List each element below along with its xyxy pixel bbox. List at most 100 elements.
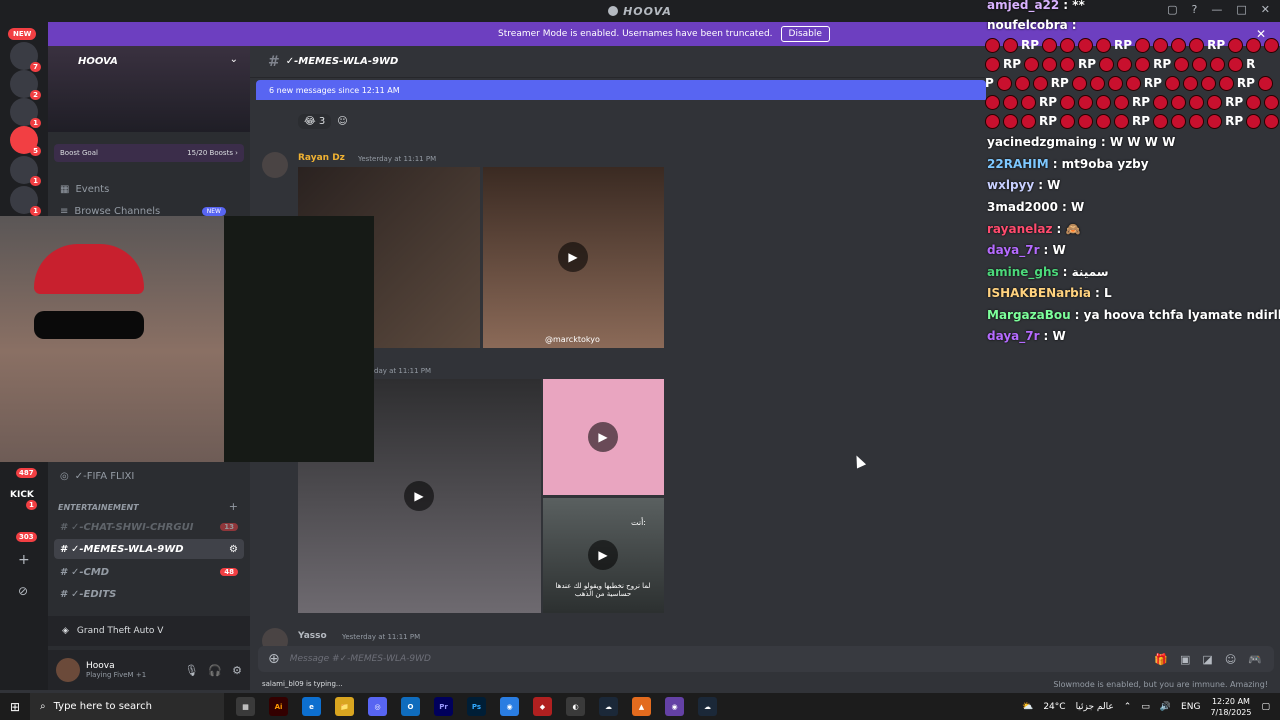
message-input[interactable]: Message #✓-MEMES-WLA-9WD (290, 654, 431, 664)
events-item[interactable]: ▦ Events (60, 184, 109, 195)
channel-chat[interactable]: # ✓-CHAT-SHWI-CHRGUI 13 (54, 517, 244, 537)
gif-icon[interactable]: ▣ (1180, 653, 1190, 666)
chat-text: L (1103, 286, 1112, 300)
message-composer[interactable]: ⊕ Message #✓-MEMES-WLA-9WD 🎁 ▣ ◪ ☺ 🎮 (258, 646, 1274, 672)
clock-date: 7/18/2025 (1210, 707, 1252, 717)
chat-user: ISHAKBENarbia (987, 286, 1091, 300)
volume-icon[interactable]: 🔊 (1160, 702, 1171, 712)
chat-user: yacinedzgmaing (987, 135, 1097, 149)
task-view-icon[interactable]: ▦ (236, 697, 255, 716)
language-indicator[interactable]: ENG (1181, 702, 1200, 712)
cap-shape (34, 244, 144, 294)
video-caption: أنت: (630, 518, 646, 527)
outlook-icon[interactable]: O (401, 697, 420, 716)
game-controller-icon[interactable]: 🎮 (1248, 653, 1262, 666)
channel-memes[interactable]: # ✓-MEMES-WLA-9WD ⚙ (54, 539, 244, 559)
sticker-icon[interactable]: ◪ (1202, 653, 1212, 666)
server-badge: 1 (30, 206, 41, 216)
chat-text: ** (1072, 0, 1085, 12)
activity-panel[interactable]: ◈ Grand Theft Auto V (48, 616, 250, 646)
message-author[interactable]: Rayan Dz (298, 153, 345, 163)
message-timestamp: day at 11:11 PM (374, 367, 432, 375)
channel-cmd[interactable]: # ✓-CMD 48 (54, 562, 244, 582)
avatar[interactable] (56, 658, 80, 682)
file-explorer-icon[interactable]: 📁 (335, 697, 354, 716)
video-thumbnail[interactable]: ▶ @marcktokyo (483, 167, 664, 348)
chat-user: amine_ghs (987, 265, 1059, 279)
play-icon[interactable]: ▶ (588, 540, 618, 570)
windows-start-icon[interactable]: ⊞ (0, 700, 30, 714)
boost-goal[interactable]: Boost Goal 15/20 Boosts › (54, 144, 244, 162)
chevron-down-icon[interactable]: ⌄ (230, 54, 238, 65)
explore-icon[interactable]: ⊘ (18, 584, 28, 598)
message-author[interactable]: Yasso (298, 631, 327, 641)
app-icon[interactable]: ▲ (632, 697, 651, 716)
video-thumbnail[interactable]: أنت: ▶ لما نروح نخطبها ويقولو لك عندها ح… (543, 498, 664, 613)
video-thumbnail[interactable]: ▶ (543, 379, 664, 495)
play-icon[interactable]: ▶ (404, 481, 434, 511)
network-icon[interactable]: ▭ (1141, 702, 1150, 712)
channel-fifa[interactable]: ◎ ✓-FIFA FLIXI (60, 471, 134, 482)
gift-icon[interactable]: 🎁 (1154, 653, 1168, 666)
server-header[interactable]: HOOVA ⌄ (48, 46, 250, 132)
weather-icon[interactable]: ⛅ (1022, 702, 1033, 712)
chat-message: rayanelaz: 🙈 (987, 222, 1081, 236)
add-server-icon[interactable]: + (18, 552, 30, 568)
chrome-icon[interactable]: ◉ (500, 697, 519, 716)
steam-icon[interactable]: ☁ (698, 697, 717, 716)
rp-spam-line: RP RP RP (985, 37, 1280, 53)
edge-icon[interactable]: e (302, 697, 321, 716)
chat-message: 3mad2000: W (987, 200, 1085, 214)
settings-icon[interactable]: ⚙ (229, 544, 238, 555)
user-status: Playing FiveM +1 (86, 671, 147, 679)
kick-server-label[interactable]: KICK (10, 490, 34, 500)
typing-indicator: salami_bl09 is typing... (262, 680, 343, 688)
server-icon[interactable]: 7 (10, 42, 41, 72)
gear-icon[interactable]: ⚙ (232, 664, 242, 677)
illustrator-icon[interactable]: Ai (269, 697, 288, 716)
twitch-icon[interactable]: ◉ (665, 697, 684, 716)
channel-edits[interactable]: # ✓-EDITS (54, 584, 244, 604)
channel-label: ✓-CMD (70, 566, 110, 578)
weather-temp[interactable]: 24°C (1043, 702, 1065, 712)
unread-count: 13 (220, 523, 238, 531)
chat-message: ISHAKBENarbia: L (987, 286, 1112, 300)
new-messages-bar[interactable]: 6 new messages since 12:11 AM (256, 80, 986, 100)
discord-icon[interactable]: ◎ (368, 697, 387, 716)
emoji-icon[interactable]: ☺ (1225, 653, 1236, 666)
server-icon[interactable]: 1 (10, 98, 41, 128)
reaction[interactable]: 😂 3 ☺ (298, 114, 348, 129)
server-icon[interactable]: 1 (10, 156, 41, 186)
chat-message: yacinedzgmaing: W W W W (987, 135, 1176, 149)
rp-spam-line: P RP RP RP (985, 75, 1273, 91)
notifications-icon[interactable]: ▢ (1261, 702, 1270, 712)
server-icon[interactable]: 2 (10, 70, 41, 100)
clock[interactable]: 12:20 AM 7/18/2025 (1210, 696, 1251, 718)
premiere-icon[interactable]: Pr (434, 697, 453, 716)
server-icon[interactable]: 1 (10, 186, 41, 216)
server-icon[interactable]: 5 (10, 126, 41, 156)
category-entertainment[interactable]: ENTERTAINEMENT (58, 503, 139, 512)
events-label: Events (75, 184, 110, 195)
play-icon[interactable]: ▶ (588, 422, 618, 452)
reaction-emoji[interactable]: 😂 3 (298, 114, 332, 129)
search-placeholder: Type here to search (53, 701, 152, 712)
chevron-up-icon[interactable]: ⌃ (1124, 702, 1132, 712)
boost-progress: 15/20 Boosts › (187, 149, 238, 157)
glasses-shape (34, 311, 144, 339)
add-reaction-icon[interactable]: ☺ (337, 116, 347, 127)
photoshop-icon[interactable]: Ps (467, 697, 486, 716)
slowmode-notice: Slowmode is enabled, but you are immune.… (1053, 680, 1268, 689)
attach-icon[interactable]: ⊕ (268, 651, 280, 667)
disable-button[interactable]: Disable (780, 26, 830, 42)
add-channel-icon[interactable]: + (229, 500, 238, 513)
taskbar-search[interactable]: ⌕ Type here to search (30, 693, 224, 720)
play-icon[interactable]: ▶ (558, 242, 588, 272)
steam-icon[interactable]: ☁ (599, 697, 618, 716)
headphones-icon[interactable]: 🎧 (208, 664, 222, 677)
hash-icon: # (268, 53, 280, 70)
app-icon[interactable]: ◐ (566, 697, 585, 716)
microphone-icon[interactable]: 🎙 (184, 664, 198, 677)
app-icon[interactable]: ◆ (533, 697, 552, 716)
avatar[interactable] (262, 152, 288, 178)
